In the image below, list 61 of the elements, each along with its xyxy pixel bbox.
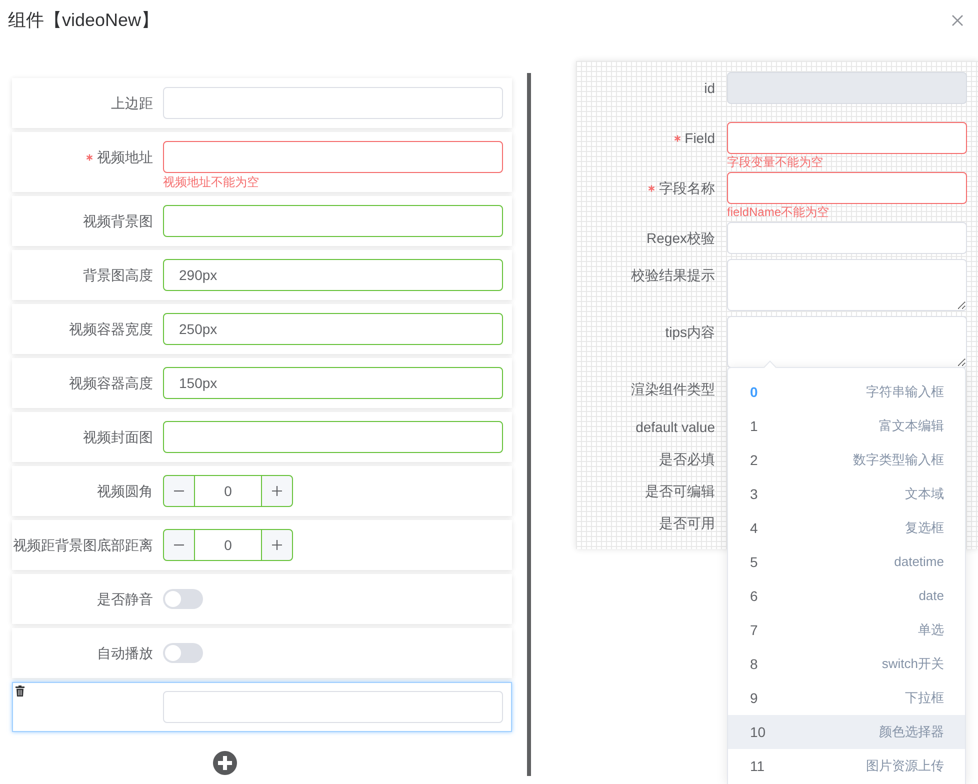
field-label: Regex校验: [646, 228, 715, 248]
plus-icon: [271, 485, 283, 497]
field-label: 视频地址: [97, 148, 153, 166]
field-label: 字段名称: [659, 178, 715, 198]
field-label: 自动播放: [97, 644, 153, 662]
field-label: 视频容器宽度: [69, 320, 153, 338]
splitter-handle[interactable]: [527, 73, 531, 776]
dropdown-option[interactable]: 1 富文本编辑: [728, 409, 965, 443]
dropdown-option[interactable]: 7 单选: [728, 613, 965, 647]
field-label: 视频距背景图底部距离: [13, 536, 153, 554]
dropdown-option[interactable]: 0 字符串输入框: [728, 375, 965, 409]
field-label: Field: [684, 128, 715, 148]
input-field[interactable]: [163, 205, 503, 237]
dropdown-option[interactable]: 9 下拉框: [728, 681, 965, 715]
trash-icon[interactable]: [15, 685, 25, 697]
number-field[interactable]: 0: [195, 475, 261, 507]
dropdown-option[interactable]: 10 颜色选择器: [728, 715, 965, 749]
dropdown-option[interactable]: 8 switch开关: [728, 647, 965, 681]
input-field[interactable]: 290px: [163, 259, 503, 291]
field-label: 上边距: [111, 94, 153, 112]
dialog-title: 组件【videoNew】: [8, 9, 160, 32]
input-field[interactable]: [727, 172, 967, 204]
field-label: 视频圆角: [97, 482, 153, 500]
error-message: 字段变量不能为空: [727, 154, 824, 171]
text-area[interactable]: [727, 259, 967, 311]
field-label: 视频容器高度: [69, 374, 153, 392]
dropdown-option[interactable]: 11 图片资源上传: [728, 749, 965, 783]
field-label: 校验结果提示: [631, 266, 715, 284]
field-label: 是否静音: [97, 590, 153, 608]
dropdown-option[interactable]: 5 datetime: [728, 545, 965, 579]
close-icon[interactable]: [952, 15, 963, 26]
field-label: 背景图高度: [83, 266, 153, 284]
error-message: fieldName不能为空: [727, 204, 830, 221]
dropdown-option[interactable]: 6 date: [728, 579, 965, 613]
text-area[interactable]: [727, 316, 967, 368]
number-field[interactable]: 0: [195, 529, 261, 561]
input-field[interactable]: 150px: [163, 367, 503, 399]
field-label: 渲染组件类型: [631, 380, 715, 398]
decrement-button[interactable]: [163, 475, 195, 507]
field-label: 是否可用: [659, 514, 715, 532]
dropdown-option[interactable]: 2 数字类型输入框: [728, 443, 965, 477]
plus-icon: [271, 539, 283, 551]
toggle-switch[interactable]: [163, 589, 203, 609]
input-field[interactable]: [163, 141, 503, 173]
dropdown-option[interactable]: 3 文本域: [728, 477, 965, 511]
error-message: 视频地址不能为空: [163, 174, 260, 189]
input-field[interactable]: [163, 421, 503, 453]
field-label: 是否可编辑: [645, 482, 715, 500]
toggle-switch[interactable]: [163, 643, 203, 663]
increment-button[interactable]: [261, 475, 293, 507]
input-field[interactable]: 250px: [163, 313, 503, 345]
dropdown-option[interactable]: 4 复选框: [728, 511, 965, 545]
field-label: default value: [636, 418, 715, 436]
field-label: 视频背景图: [83, 212, 153, 230]
input-field[interactable]: [727, 122, 967, 154]
increment-button[interactable]: [261, 529, 293, 561]
field-label: id: [704, 78, 715, 98]
field-label: 视频封面图: [83, 428, 153, 446]
field-label: 是否必填: [659, 450, 715, 468]
decrement-button[interactable]: [163, 529, 195, 561]
field-label: tips内容: [665, 322, 715, 342]
